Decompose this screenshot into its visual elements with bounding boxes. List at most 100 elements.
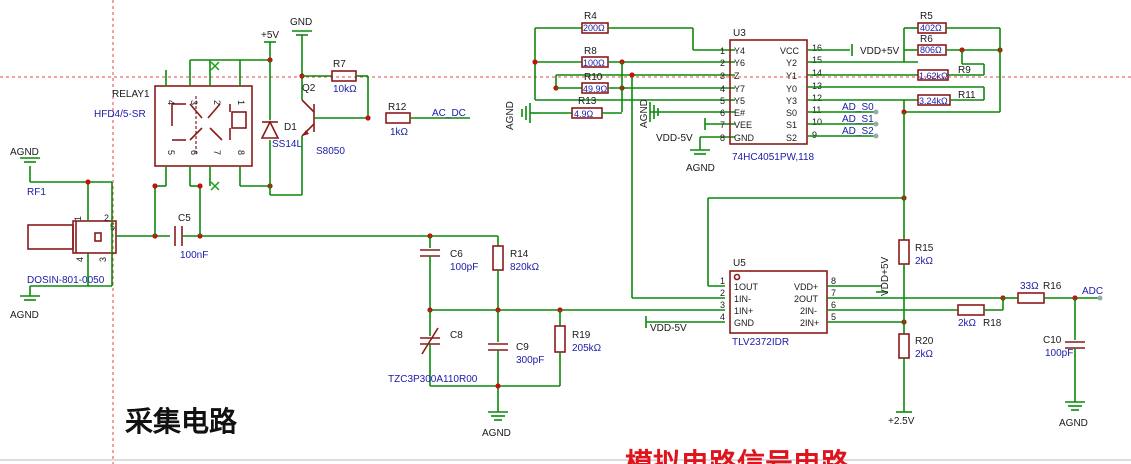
u3-value: 74HC4051PW,118: [732, 152, 815, 163]
r19-value: 205kΩ: [572, 343, 602, 354]
r13-value: 4.9Ω: [574, 109, 594, 119]
vdd5-label-2: VDD+5V: [880, 256, 891, 296]
svg-text:S1: S1: [786, 120, 797, 130]
relay1-value: HFD4/5-SR: [94, 109, 146, 120]
rf1-connector[interactable]: 2 1 5 4 3: [27, 213, 117, 262]
u5-ref: U5: [733, 258, 746, 269]
svg-text:E#: E#: [734, 108, 745, 118]
svg-text:GND: GND: [734, 318, 755, 328]
c6-value: 100pF: [450, 262, 478, 273]
svg-text:2IN+: 2IN+: [800, 318, 819, 328]
svg-text:Y2: Y2: [786, 58, 797, 68]
svg-text:Y1: Y1: [786, 71, 797, 81]
svg-text:4: 4: [720, 84, 725, 94]
svg-text:2: 2: [720, 58, 725, 68]
d1-diode[interactable]: [260, 120, 280, 139]
svg-text:3: 3: [98, 257, 108, 262]
svg-text:1: 1: [73, 216, 83, 221]
agnd-label-3: AGND: [482, 428, 511, 439]
r19-ref: R19: [572, 330, 591, 341]
r6-value: 806Ω: [920, 45, 942, 55]
svg-text:3: 3: [720, 71, 725, 81]
svg-text:VDD+: VDD+: [794, 282, 818, 292]
q2-transistor[interactable]: [301, 99, 368, 137]
r18-value: 2kΩ: [958, 318, 977, 329]
svg-text:11: 11: [812, 105, 821, 115]
svg-text:Y0: Y0: [786, 84, 797, 94]
vdd5-label-1: VDD+5V: [860, 46, 900, 57]
r8-ref: R8: [584, 46, 597, 57]
c9-ref: C9: [516, 342, 529, 353]
u5-value: TLV2372IDR: [732, 337, 789, 348]
d1-ref: D1: [284, 122, 297, 133]
svg-text:2IN-: 2IN-: [800, 306, 817, 316]
u3-ref: U3: [733, 28, 746, 39]
schematic-drawing: 2 1 5 4 3 RF1 DOSIN-801-0050 AGND AGND C…: [0, 0, 1131, 464]
vddm5-label-2: VDD-5V: [650, 323, 687, 334]
r11-value: 3.24kΩ: [919, 96, 948, 106]
agnd-label-1: AGND: [10, 147, 39, 158]
c8-ref: C8: [450, 330, 463, 341]
c5-value: 100nF: [180, 250, 208, 261]
r10-ref: R10: [584, 72, 603, 83]
r15-value: 2kΩ: [915, 256, 934, 267]
r11-ref: R11: [958, 90, 976, 101]
r18-ref: R18: [983, 318, 1002, 329]
analog-circuit-title: 模拟电路信号电路: [625, 447, 850, 464]
gnd-label-1: GND: [290, 17, 312, 28]
r14-value: 820kΩ: [510, 262, 540, 273]
svg-text:2: 2: [212, 100, 222, 105]
q2-ref: Q2: [302, 83, 316, 94]
u3-mux[interactable]: Y4 Y6 Z Y7 Y5 E# VEE GND VCC Y2 Y1 Y0 Y3…: [720, 39, 822, 145]
svg-text:8: 8: [831, 276, 836, 286]
r16-ref: R16: [1043, 281, 1062, 292]
r5-value: 402Ω: [920, 23, 942, 33]
svg-text:15: 15: [812, 55, 822, 65]
svg-text:8: 8: [236, 150, 246, 155]
adc-net: ADC: [1082, 286, 1103, 297]
u5-opamp[interactable]: 1OUT 1IN- 1IN+ GND VDD+ 2OUT 2IN- 2IN+ 1…: [720, 270, 836, 334]
ads1-net: AD_S1: [842, 114, 874, 125]
r20-ref: R20: [915, 336, 934, 347]
r20-value: 2kΩ: [915, 349, 934, 360]
r12-value: 1kΩ: [390, 127, 409, 138]
svg-text:6: 6: [831, 300, 836, 310]
c5-ref: C5: [178, 213, 191, 224]
svg-text:4: 4: [166, 100, 176, 105]
schematic-canvas[interactable]: { "titles":{"acquisition":"采集电路","analog…: [0, 0, 1131, 464]
svg-text:Y4: Y4: [734, 46, 745, 56]
c8-value: TZC3P300A110R00: [388, 374, 478, 385]
r10-value: 49.9Ω: [583, 84, 608, 94]
r15-ref: R15: [915, 243, 934, 254]
svg-text:1IN-: 1IN-: [734, 294, 751, 304]
svg-text:VCC: VCC: [780, 46, 800, 56]
acquisition-circuit-title: 采集电路: [125, 405, 238, 438]
relay1-symbol[interactable]: 4 3 2 1 5 6 7 8: [154, 60, 253, 191]
r7-value: 10kΩ: [333, 84, 357, 95]
q2-value: S8050: [316, 146, 345, 157]
svg-text:4: 4: [720, 312, 725, 322]
c10-value: 100pF: [1045, 348, 1073, 359]
rf1-ref: RF1: [27, 187, 46, 198]
agnd-label-2: AGND: [10, 310, 39, 321]
svg-text:Z: Z: [734, 71, 740, 81]
acdc-net: AC_DC: [432, 108, 466, 119]
r12-ref: R12: [388, 102, 407, 113]
agnd-label-4: AGND: [505, 101, 516, 130]
svg-text:13: 13: [812, 81, 822, 91]
svg-text:10: 10: [812, 117, 822, 127]
svg-text:5: 5: [831, 312, 836, 322]
svg-text:3: 3: [189, 100, 199, 105]
svg-text:8: 8: [720, 133, 725, 143]
svg-text:Y3: Y3: [786, 96, 797, 106]
svg-text:Y6: Y6: [734, 58, 745, 68]
r14-ref: R14: [510, 249, 529, 260]
svg-text:1: 1: [720, 276, 725, 286]
r13-ref: R13: [578, 96, 597, 107]
svg-text:12: 12: [812, 93, 822, 103]
r9-ref: R9: [958, 65, 971, 76]
svg-text:1IN+: 1IN+: [734, 306, 753, 316]
svg-text:9: 9: [812, 130, 817, 140]
vddm5-label-1: VDD-5V: [656, 133, 693, 144]
svg-text:5: 5: [166, 150, 176, 155]
